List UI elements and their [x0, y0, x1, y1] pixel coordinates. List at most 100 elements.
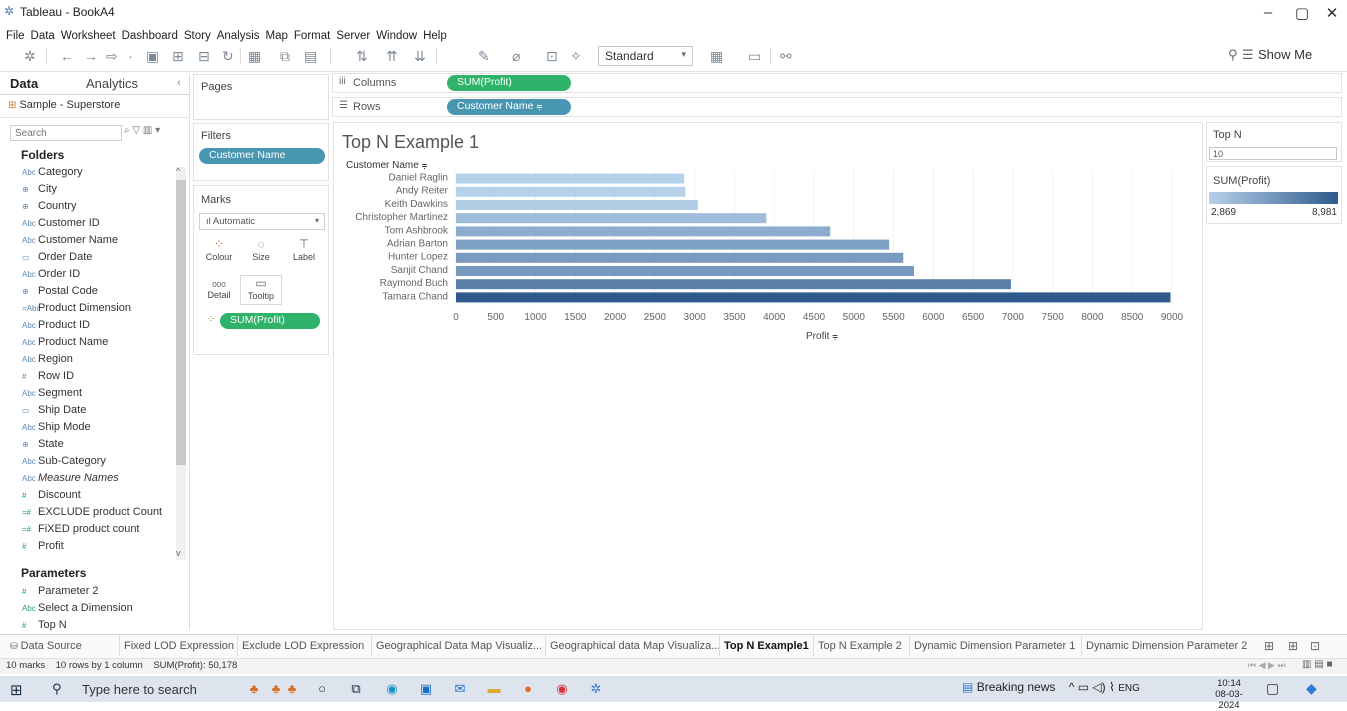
marks-profit-pill[interactable]: SUM(Profit): [220, 313, 320, 329]
language-label[interactable]: ENG: [1118, 683, 1140, 694]
parameter-item[interactable]: # Top N: [22, 619, 67, 631]
new-dashboard-icon[interactable]: ⊞: [1288, 639, 1298, 653]
rows-pill[interactable]: Customer Name ⩦: [447, 99, 571, 115]
category-label[interactable]: Adrian Barton: [387, 239, 448, 250]
taskbar-search[interactable]: ⚲ Type here to search: [30, 677, 230, 701]
bar[interactable]: [456, 266, 915, 276]
field-item[interactable]: ⊕ City: [22, 183, 57, 195]
bar[interactable]: [456, 213, 767, 224]
field-item[interactable]: Abc Product ID: [22, 319, 90, 331]
datasource-item[interactable]: ⊞ Sample - Superstore: [8, 99, 120, 111]
restore-button[interactable]: ▢: [1288, 4, 1316, 22]
mail-icon[interactable]: ✉: [450, 680, 470, 698]
menu-file[interactable]: File: [6, 30, 25, 42]
tab-data[interactable]: Data: [10, 76, 38, 91]
field-item[interactable]: ▭ Ship Date: [22, 404, 86, 416]
volume-icon[interactable]: ◁): [1092, 680, 1105, 694]
close-button[interactable]: ✕: [1318, 4, 1346, 22]
color-legend-ramp[interactable]: [1209, 192, 1338, 204]
menu-map[interactable]: Map: [266, 30, 288, 42]
category-label[interactable]: Tamara Chand: [382, 291, 448, 302]
menu-server[interactable]: Server: [336, 30, 370, 42]
menu-dashboard[interactable]: Dashboard: [122, 30, 178, 42]
task-view-icon[interactable]: ⧉: [346, 680, 366, 698]
tab-data-source[interactable]: ⛁ Data Source: [10, 640, 82, 652]
bar[interactable]: [456, 186, 686, 197]
field-item[interactable]: Abc Customer Name: [22, 234, 118, 246]
edge-icon[interactable]: ◉: [382, 680, 402, 698]
redo-icon[interactable]: →: [84, 48, 98, 64]
row-header-title[interactable]: Customer Name ⩦: [346, 160, 428, 171]
category-label[interactable]: Raymond Buch: [380, 278, 448, 289]
size-button[interactable]: ◌ Size: [240, 237, 282, 267]
fit-icon[interactable]: ▦: [710, 48, 723, 65]
category-label[interactable]: Sanjit Chand: [391, 265, 448, 276]
tableau-taskbar-icon[interactable]: ✲: [586, 680, 606, 698]
new-story-icon[interactable]: ⊡: [1310, 639, 1320, 653]
pin-icon[interactable]: ⚲: [1228, 47, 1238, 63]
field-item[interactable]: Abc Ship Mode: [22, 421, 91, 433]
field-item[interactable]: # Row ID: [22, 370, 74, 382]
notification-icon[interactable]: ▢: [1266, 680, 1279, 697]
field-item[interactable]: Abc Measure Names: [22, 472, 119, 484]
field-item[interactable]: Abc Product Name: [22, 336, 108, 348]
chevron-down-icon[interactable]: ·: [128, 48, 133, 64]
store-icon[interactable]: ▣: [416, 680, 436, 698]
bar[interactable]: [456, 279, 1011, 290]
menu-window[interactable]: Window: [376, 30, 417, 42]
people-icon[interactable]: ♣: [244, 680, 264, 698]
category-label[interactable]: Daniel Raglin: [389, 173, 448, 184]
wifi-icon[interactable]: ⌇: [1109, 680, 1115, 694]
rows-shelf[interactable]: ☰ Rows Customer Name ⩦: [332, 97, 1342, 117]
field-item[interactable]: Abc Category: [22, 166, 83, 178]
tooltip-button[interactable]: ▭ Tooltip: [240, 275, 282, 305]
scrollbar-thumb[interactable]: [176, 180, 186, 465]
parameter-item[interactable]: Abc Select a Dimension: [22, 602, 133, 614]
new-sheet-icon[interactable]: ▦: [248, 48, 261, 65]
bar[interactable]: [456, 292, 1171, 303]
colour-button[interactable]: ⁘ Colour: [198, 237, 240, 267]
field-item[interactable]: ⊕ State: [22, 438, 64, 450]
app-icon[interactable]: ◆: [1306, 680, 1317, 697]
chevron-up-icon[interactable]: ^: [1069, 680, 1075, 694]
sort-desc-icon[interactable]: ⇊: [414, 48, 426, 65]
category-label[interactable]: Hunter Lopez: [388, 252, 448, 263]
field-item[interactable]: ▭ Order Date: [22, 251, 92, 263]
detail-button[interactable]: ₒₒₒ Detail: [198, 275, 240, 305]
sort-asc-icon[interactable]: ⇈: [386, 48, 398, 65]
category-label[interactable]: Keith Dawkins: [385, 199, 448, 210]
sheet-tab[interactable]: Top N Example 2: [818, 640, 902, 652]
tab-analytics[interactable]: Analytics: [86, 76, 138, 91]
news-icon[interactable]: ▤: [962, 680, 973, 694]
firefox-icon[interactable]: ●: [518, 680, 538, 698]
refresh-icon[interactable]: ↻: [222, 48, 234, 65]
group-icon[interactable]: ⌀: [512, 48, 520, 65]
parameter-item[interactable]: # Parameter 2: [22, 585, 99, 597]
clear-sheet-icon[interactable]: ▤: [304, 48, 317, 65]
duplicate-icon[interactable]: ⧉: [280, 48, 290, 65]
presentation-icon[interactable]: ▭: [748, 48, 761, 65]
sheet-tab[interactable]: Top N Example1: [724, 640, 809, 652]
filter-pill[interactable]: Customer Name: [199, 148, 325, 164]
fit-select[interactable]: Standard ▾: [598, 46, 693, 66]
share-icon[interactable]: ⚯: [780, 48, 792, 65]
show-me-button[interactable]: Show Me: [1258, 47, 1312, 62]
field-item[interactable]: Abc Customer ID: [22, 217, 100, 229]
menu-story[interactable]: Story: [184, 30, 211, 42]
x-axis-label[interactable]: Profit ⩦: [806, 331, 838, 342]
field-item[interactable]: # Discount: [22, 489, 81, 501]
swap-icon[interactable]: ⇅: [356, 48, 368, 65]
search-input[interactable]: [10, 125, 122, 141]
menu-data[interactable]: Data: [31, 30, 55, 42]
topn-input[interactable]: [1209, 147, 1337, 160]
sheet-tab[interactable]: Fixed LOD Expression: [124, 640, 234, 652]
windows-start-icon[interactable]: ⊞: [10, 681, 23, 699]
columns-pill[interactable]: SUM(Profit): [447, 75, 571, 91]
menu-worksheet[interactable]: Worksheet: [61, 30, 116, 42]
scroll-down-icon[interactable]: v: [176, 548, 181, 558]
bar[interactable]: [456, 200, 698, 210]
field-item[interactable]: =# FiXED product count: [22, 523, 140, 535]
label-button[interactable]: ⊤ Label: [283, 237, 325, 267]
view-mode-icons[interactable]: ▥ ▤ ■: [1302, 659, 1333, 670]
clock[interactable]: 10:14 08-03-2024: [1208, 678, 1250, 711]
